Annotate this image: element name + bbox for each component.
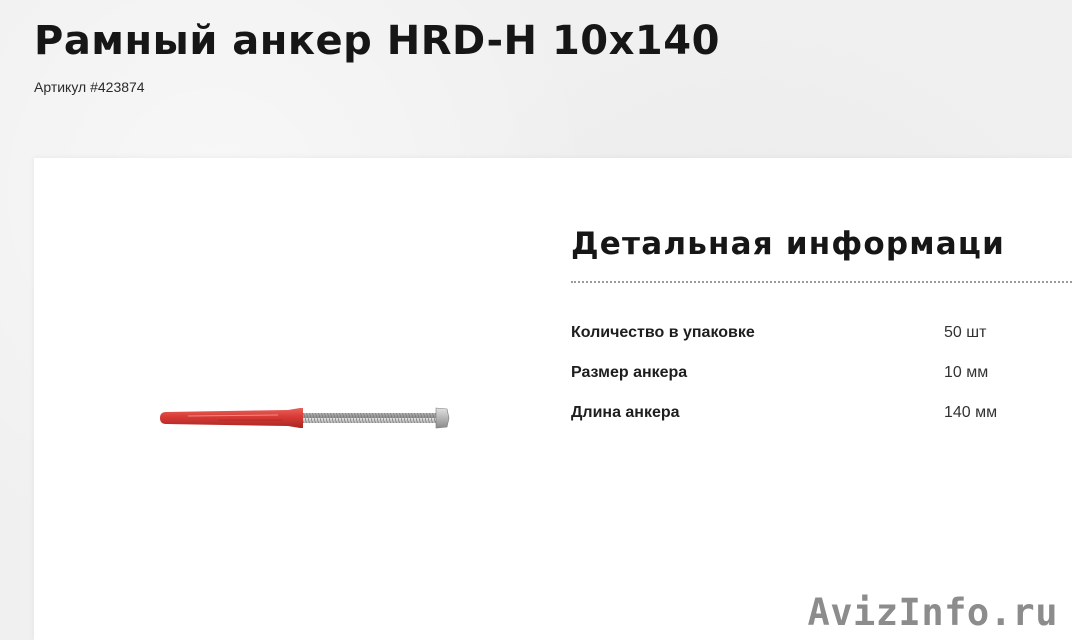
anchor-product-image xyxy=(160,407,450,429)
spec-table: Количество в упаковке 50 шт Размер анкер… xyxy=(571,322,997,442)
spec-value: 140 мм xyxy=(944,404,998,421)
heading-divider xyxy=(571,281,1072,283)
spec-value: 50 шт xyxy=(944,324,987,341)
spec-label: Количество в упаковке xyxy=(571,324,755,341)
spec-label: Размер анкера xyxy=(571,364,688,381)
spec-row-anchor-size: Размер анкера 10 мм xyxy=(571,362,997,384)
spec-row-anchor-length: Длина анкера 140 мм xyxy=(571,402,997,424)
detail-info-heading: Детальная информаци xyxy=(571,226,1006,262)
product-card: Детальная информаци Количество в упаковк… xyxy=(34,158,1072,640)
site-watermark: AvizInfo.ru xyxy=(807,591,1058,634)
article-number: Артикул #423874 xyxy=(34,79,145,95)
spec-value: 10 мм xyxy=(944,364,989,381)
spec-row-pack-quantity: Количество в упаковке 50 шт xyxy=(571,322,997,344)
spec-label: Длина анкера xyxy=(571,404,680,421)
product-title: Рамный анкер HRD-H 10x140 xyxy=(34,18,720,64)
